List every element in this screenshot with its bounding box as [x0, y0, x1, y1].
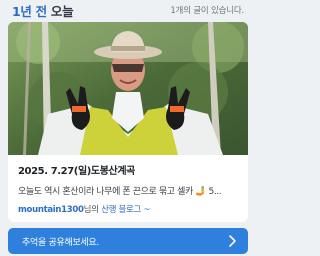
author-suffix: 님의 — [83, 205, 99, 215]
hiker-selfie-image — [8, 22, 248, 155]
post-title[interactable]: 2025. 7.27(일)도봉산계곡 — [18, 162, 135, 177]
memory-title: 1년 전 오늘 — [12, 1, 74, 20]
memory-header: 1년 전 오늘 1개의 글이 있습니다. — [0, 0, 256, 22]
title-highlight: 1년 전 — [12, 4, 47, 19]
post-source[interactable]: mountain1300님의 산행 블로그 ~ — [18, 203, 151, 215]
blog-link[interactable]: 산행 블로그 — [101, 205, 141, 215]
author-name[interactable]: mountain1300 — [18, 205, 84, 215]
blog-arrow: ~ — [143, 205, 151, 215]
share-label: 추억을 공유해보세요. — [22, 238, 99, 248]
post-snippet: 오늘도 역시 혼산이라 나무에 폰 끈으로 묶고 셀카 🤳 5... — [18, 187, 222, 197]
post-count: 1개의 글이 있습니다. — [170, 6, 244, 16]
post-photo[interactable] — [8, 22, 248, 155]
chevron-right-icon — [229, 235, 236, 247]
share-memory-button[interactable]: 추억을 공유해보세요. — [8, 228, 248, 254]
title-rest: 오늘 — [50, 4, 74, 19]
memory-card[interactable]: 2025. 7.27(일)도봉산계곡 오늘도 역시 혼산이라 나무에 폰 끈으로… — [8, 22, 248, 222]
